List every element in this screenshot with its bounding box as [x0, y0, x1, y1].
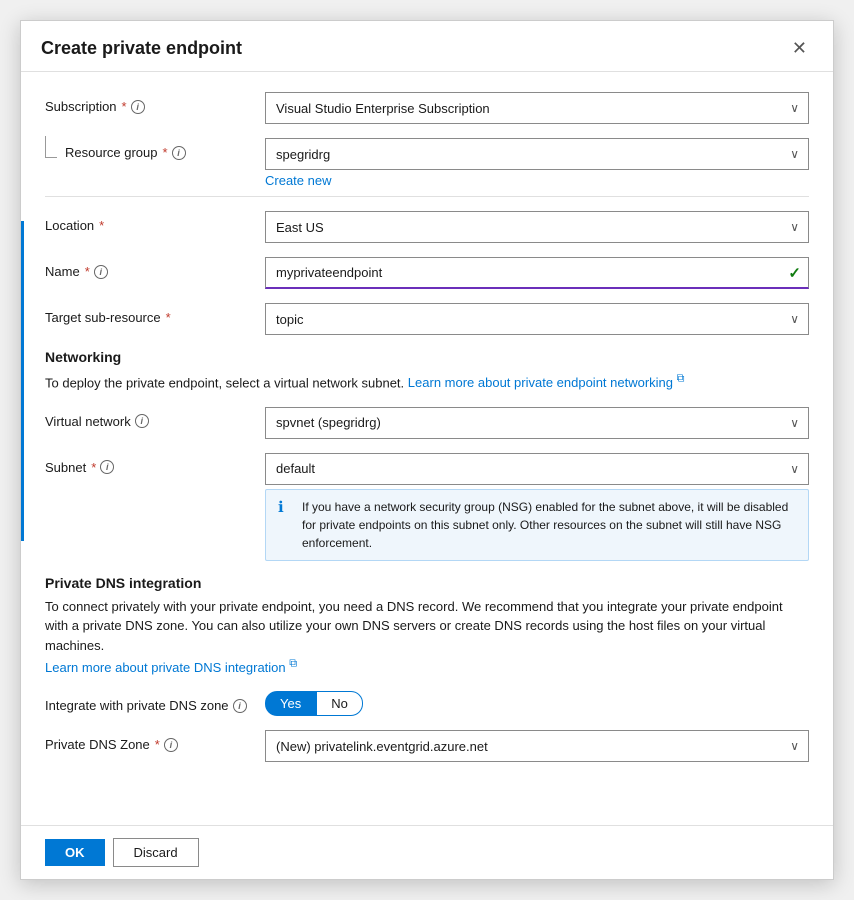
dns-toggle-control: Yes No	[265, 691, 809, 716]
target-sub-resource-row: Target sub-resource * topic	[45, 303, 809, 335]
dns-zone-control: (New) privatelink.eventgrid.azure.net	[265, 730, 809, 762]
location-select[interactable]: East US	[265, 211, 809, 243]
virtual-network-label: Virtual network i	[45, 407, 265, 429]
tsr-required: *	[166, 310, 171, 325]
name-input[interactable]	[265, 257, 809, 289]
subscription-select[interactable]: Visual Studio Enterprise Subscription	[265, 92, 809, 124]
private-dns-zone-label: Private DNS Zone * i	[45, 730, 265, 752]
subnet-select[interactable]: default	[265, 453, 809, 485]
divider-1	[45, 196, 809, 197]
resource-group-row: Resource group * i spegridrg Create new	[45, 138, 809, 188]
subscription-row: Subscription * i Visual Studio Enterpris…	[45, 92, 809, 124]
location-control: East US	[265, 211, 809, 243]
ok-button[interactable]: OK	[45, 839, 105, 866]
create-private-endpoint-dialog: Create private endpoint ✕ Subscription *…	[20, 20, 834, 880]
subnet-control: default ℹ If you have a network security…	[265, 453, 809, 561]
private-dns-section: Private DNS integration To connect priva…	[45, 575, 809, 762]
vnet-info-icon[interactable]: i	[135, 414, 149, 428]
subnet-label: Subnet * i	[45, 453, 265, 475]
close-button[interactable]: ✕	[786, 37, 813, 59]
networking-desc: To deploy the private endpoint, select a…	[45, 371, 809, 393]
dialog-footer: OK Discard	[21, 825, 833, 879]
nsg-info-box: ℹ If you have a network security group (…	[265, 489, 809, 561]
dns-toggle-yes[interactable]: Yes	[265, 691, 316, 716]
rg-select[interactable]: spegridrg	[265, 138, 809, 170]
dns-zone-select[interactable]: (New) privatelink.eventgrid.azure.net	[265, 730, 809, 762]
name-checkmark-icon: ✓	[788, 264, 801, 282]
rg-tree-lines	[45, 136, 57, 158]
info-circle-icon: ℹ	[278, 498, 294, 518]
tsr-select-wrapper: topic	[265, 303, 809, 335]
dialog-title: Create private endpoint	[41, 38, 242, 59]
subscription-control: Visual Studio Enterprise Subscription	[265, 92, 809, 124]
private-dns-learn-more-link[interactable]: Learn more about private DNS integration…	[45, 660, 297, 675]
tsr-select[interactable]: topic	[265, 303, 809, 335]
name-info-icon[interactable]: i	[94, 265, 108, 279]
resource-group-label: Resource group * i	[45, 138, 265, 160]
integrate-dns-label: Integrate with private DNS zone i	[45, 691, 265, 713]
networking-learn-more-link[interactable]: Learn more about private endpoint networ…	[408, 375, 685, 390]
vnet-control: spvnet (spegridrg)	[265, 407, 809, 439]
subnet-required: *	[91, 460, 96, 475]
subscription-required: *	[122, 99, 127, 114]
subscription-info-icon[interactable]: i	[131, 100, 145, 114]
location-row: Location * East US	[45, 211, 809, 243]
rg-select-wrapper: spegridrg	[265, 138, 809, 170]
dialog-body: Subscription * i Visual Studio Enterpris…	[21, 72, 833, 825]
location-label: Location *	[45, 211, 265, 233]
dns-zone-select-wrapper: (New) privatelink.eventgrid.azure.net	[265, 730, 809, 762]
tsr-control: topic	[265, 303, 809, 335]
dialog-header: Create private endpoint ✕	[21, 21, 833, 72]
location-select-wrapper: East US	[265, 211, 809, 243]
rg-info-icon[interactable]: i	[172, 146, 186, 160]
networking-title: Networking	[45, 349, 809, 365]
subnet-row: Subnet * i default ℹ If you have a netwo…	[45, 453, 809, 561]
networking-section: Networking To deploy the private endpoin…	[45, 349, 809, 561]
virtual-network-row: Virtual network i spvnet (spegridrg)	[45, 407, 809, 439]
target-sub-resource-label: Target sub-resource *	[45, 303, 265, 325]
subscription-select-wrapper: Visual Studio Enterprise Subscription	[265, 92, 809, 124]
rg-required: *	[163, 145, 168, 160]
vnet-select[interactable]: spvnet (spegridrg)	[265, 407, 809, 439]
dns-toggle-no[interactable]: No	[316, 691, 363, 716]
discard-button[interactable]: Discard	[113, 838, 199, 867]
private-dns-desc: To connect privately with your private e…	[45, 597, 809, 677]
name-row: Name * i ✓	[45, 257, 809, 289]
subscription-label: Subscription * i	[45, 92, 265, 114]
subnet-select-wrapper: default	[265, 453, 809, 485]
name-control: ✓	[265, 257, 809, 289]
create-new-link[interactable]: Create new	[265, 173, 809, 188]
integrate-dns-info-icon[interactable]: i	[233, 699, 247, 713]
dns-zone-required: *	[155, 737, 160, 752]
location-required: *	[99, 218, 104, 233]
private-dns-title: Private DNS integration	[45, 575, 809, 591]
name-label: Name * i	[45, 257, 265, 279]
rg-tree	[45, 147, 61, 158]
rg-control: spegridrg Create new	[265, 138, 809, 188]
name-input-wrap: ✓	[265, 257, 809, 289]
private-dns-zone-row: Private DNS Zone * i (New) privatelink.e…	[45, 730, 809, 762]
dns-toggle: Yes No	[265, 691, 809, 716]
name-required: *	[85, 264, 90, 279]
external-link-icon: ⧉	[677, 373, 685, 385]
integrate-dns-row: Integrate with private DNS zone i Yes No	[45, 691, 809, 716]
vnet-select-wrapper: spvnet (spegridrg)	[265, 407, 809, 439]
dns-external-link-icon: ⧉	[289, 657, 297, 669]
dns-zone-info-icon[interactable]: i	[164, 738, 178, 752]
left-accent-bar	[21, 221, 24, 541]
subnet-info-icon[interactable]: i	[100, 460, 114, 474]
